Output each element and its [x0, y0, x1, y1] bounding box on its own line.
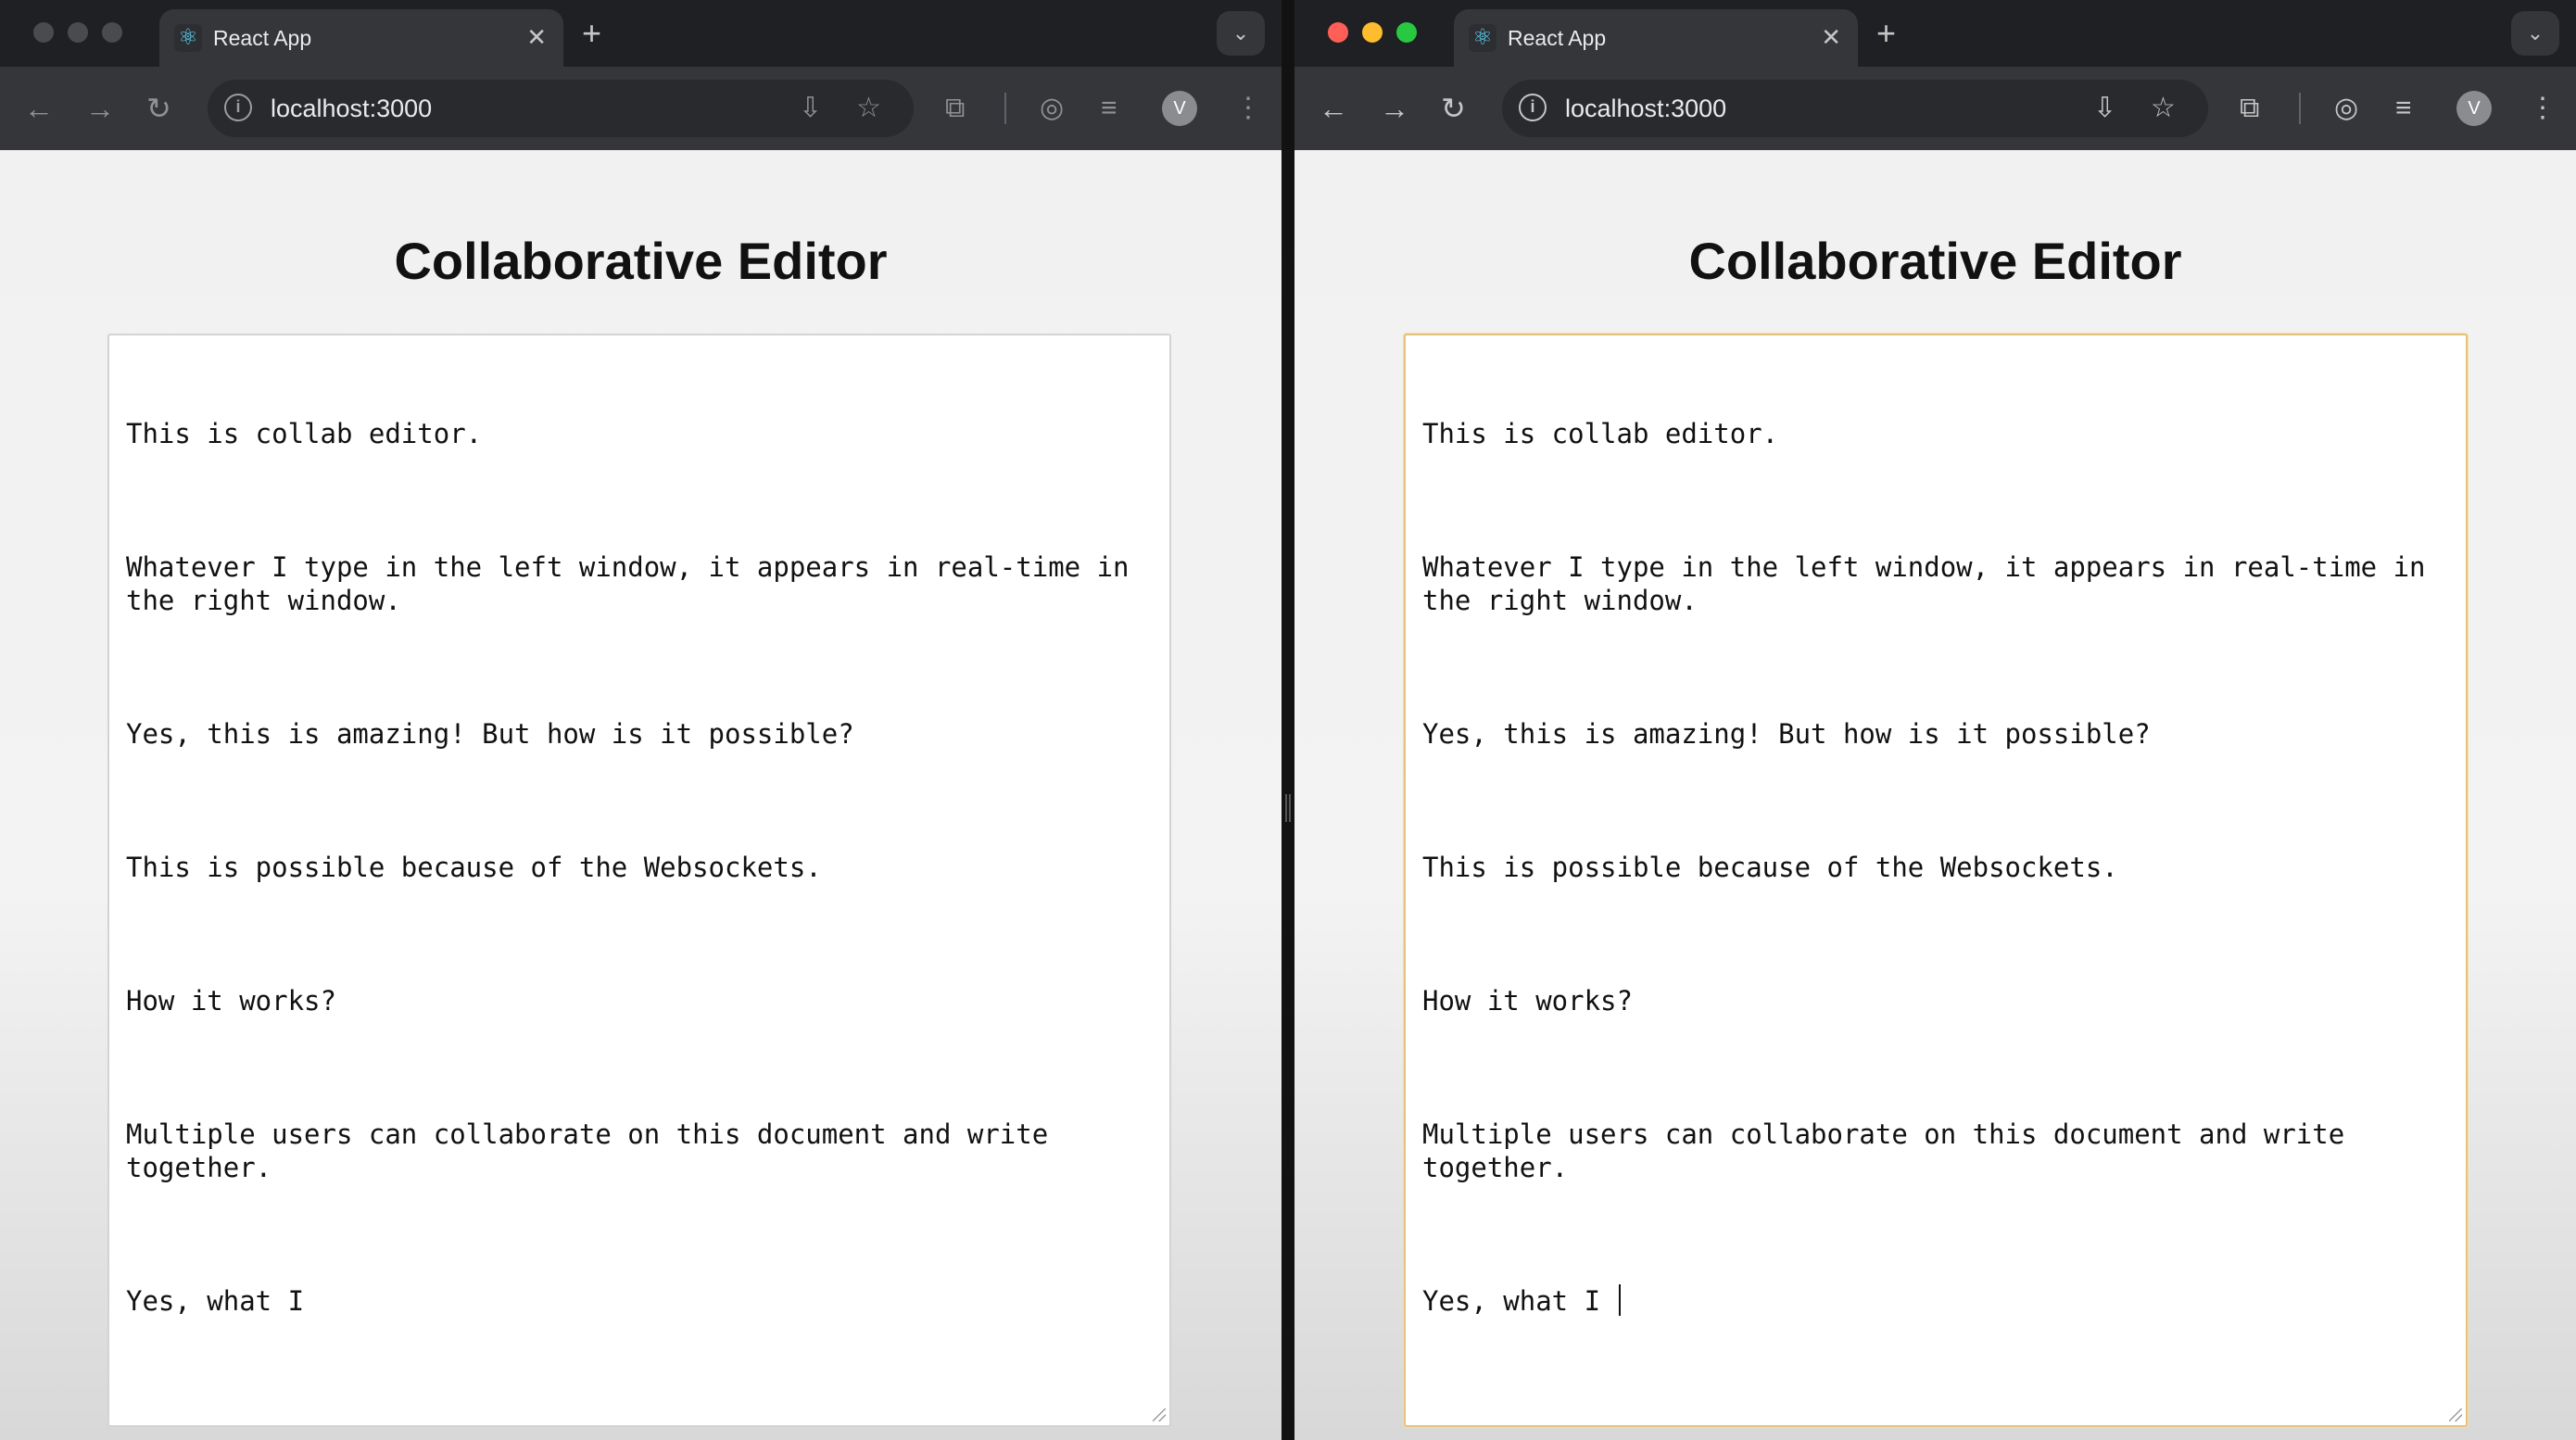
text-caret [1618, 1284, 1621, 1316]
react-icon: ⚛ [1469, 24, 1496, 52]
editor-paragraph: Yes, what I [1422, 1284, 2429, 1318]
tab-search-button[interactable]: ⌄ [2511, 11, 2559, 56]
reload-button[interactable]: ↻ [146, 91, 171, 126]
editor-paragraph: Whatever I type in the left window, it a… [1422, 551, 2442, 616]
address-bar[interactable]: i localhost:3000 ⇩ ☆ [208, 80, 914, 137]
page-viewport: Collaborative Editor This is collab edit… [1294, 150, 2576, 1440]
profile-avatar[interactable]: V [1162, 91, 1197, 126]
menu-icon[interactable]: ⋮ [2529, 91, 2557, 126]
close-tab-icon[interactable]: ✕ [1821, 23, 1841, 51]
editor-paragraph: How it works? [1422, 985, 1633, 1017]
divider-grip[interactable] [1285, 794, 1291, 822]
react-icon: ⚛ [174, 24, 202, 52]
editor-paragraph: This is collab editor. [126, 418, 483, 449]
editor-paragraph: Multiple users can collaborate on this d… [126, 1118, 1065, 1183]
reload-button[interactable]: ↻ [1441, 91, 1466, 126]
minimize-window-button[interactable] [1362, 22, 1383, 43]
reading-list-icon[interactable]: ≡ [2395, 91, 2412, 126]
tab-react-app[interactable]: ⚛ React App ✕ [1454, 9, 1858, 67]
toolbar-separator [2299, 93, 2301, 124]
window-controls [33, 22, 122, 43]
forward-button[interactable]: → [1380, 91, 1409, 126]
page-title: Collaborative Editor [1688, 232, 2182, 290]
page-title: Collaborative Editor [394, 232, 888, 290]
editor-textarea[interactable]: This is collab editor. Whatever I type i… [107, 334, 1171, 1427]
maximize-window-button[interactable] [1396, 22, 1417, 43]
tab-strip: ⚛ React App ✕ + ⌄ [0, 0, 1282, 67]
toolbar-separator [1004, 93, 1006, 124]
new-tab-button[interactable]: + [582, 13, 601, 54]
profile-avatar[interactable]: V [2456, 91, 2492, 126]
url-text[interactable]: localhost:3000 [1565, 95, 1726, 122]
editor-paragraph: Yes, this is amazing! But how is it poss… [1422, 718, 2151, 750]
forward-button[interactable]: → [85, 91, 115, 126]
editor-content: This is collab editor. Whatever I type i… [1422, 350, 2429, 1418]
url-text[interactable]: localhost:3000 [271, 95, 432, 122]
tab-title: React App [213, 26, 312, 50]
star-icon[interactable]: ☆ [2151, 93, 2176, 124]
close-window-button[interactable] [33, 22, 54, 43]
new-tab-button[interactable]: + [1876, 13, 1896, 54]
maximize-window-button[interactable] [102, 22, 122, 43]
extension-icon[interactable]: ◎ [2334, 91, 2358, 126]
editor-paragraph: Multiple users can collaborate on this d… [1422, 1118, 2361, 1183]
editor-paragraph: Yes, this is amazing! But how is it poss… [126, 718, 854, 750]
editor-content: This is collab editor. Whatever I type i… [126, 350, 1132, 1418]
tab-react-app[interactable]: ⚛ React App ✕ [159, 9, 563, 67]
tab-strip: ⚛ React App ✕ + ⌄ [1294, 0, 2576, 67]
address-bar[interactable]: i localhost:3000 ⇩ ☆ [1502, 80, 2208, 137]
puzzle-icon[interactable]: ⧉ [2240, 91, 2259, 126]
resize-handle[interactable] [2449, 1408, 2462, 1421]
extension-icon[interactable]: ◎ [1040, 91, 1064, 126]
editor-paragraph: This is possible because of the Websocke… [126, 852, 822, 883]
site-info-icon[interactable]: i [1519, 94, 1547, 121]
editor-textarea[interactable]: This is collab editor. Whatever I type i… [1404, 334, 2468, 1427]
editor-paragraph: This is collab editor. [1422, 418, 1779, 449]
tab-search-button[interactable]: ⌄ [1217, 11, 1265, 56]
close-tab-icon[interactable]: ✕ [526, 23, 547, 51]
install-app-icon[interactable]: ⇩ [2093, 93, 2116, 124]
browser-window-left: ⚛ React App ✕ + ⌄ ← → ↻ i localhost:3000… [0, 0, 1282, 1440]
browser-window-right: ⚛ React App ✕ + ⌄ ← → ↻ i localhost:3000… [1294, 0, 2576, 1440]
star-icon[interactable]: ☆ [856, 93, 881, 124]
editor-paragraph: Whatever I type in the left window, it a… [126, 551, 1145, 616]
window-divider[interactable] [1282, 0, 1294, 1440]
reading-list-icon[interactable]: ≡ [1101, 91, 1118, 126]
browser-toolbar: ← → ↻ i localhost:3000 ⇩ ☆ ⧉ ◎ ≡ V ⋮ [1294, 67, 2576, 150]
back-button[interactable]: ← [24, 91, 54, 126]
window-controls [1328, 22, 1417, 43]
editor-last-line: Yes, what I [1422, 1285, 1617, 1317]
editor-paragraph: How it works? [126, 985, 336, 1017]
site-info-icon[interactable]: i [224, 94, 252, 121]
page-viewport: Collaborative Editor This is collab edit… [0, 150, 1282, 1440]
tab-title: React App [1508, 26, 1607, 50]
back-button[interactable]: ← [1319, 91, 1348, 126]
install-app-icon[interactable]: ⇩ [799, 93, 822, 124]
puzzle-icon[interactable]: ⧉ [945, 91, 965, 126]
close-window-button[interactable] [1328, 22, 1348, 43]
editor-paragraph: This is possible because of the Websocke… [1422, 852, 2118, 883]
menu-icon[interactable]: ⋮ [1234, 91, 1262, 126]
minimize-window-button[interactable] [68, 22, 88, 43]
browser-toolbar: ← → ↻ i localhost:3000 ⇩ ☆ ⧉ ◎ ≡ V ⋮ [0, 67, 1282, 150]
editor-paragraph: Yes, what I [126, 1285, 305, 1317]
resize-handle[interactable] [1153, 1408, 1166, 1421]
